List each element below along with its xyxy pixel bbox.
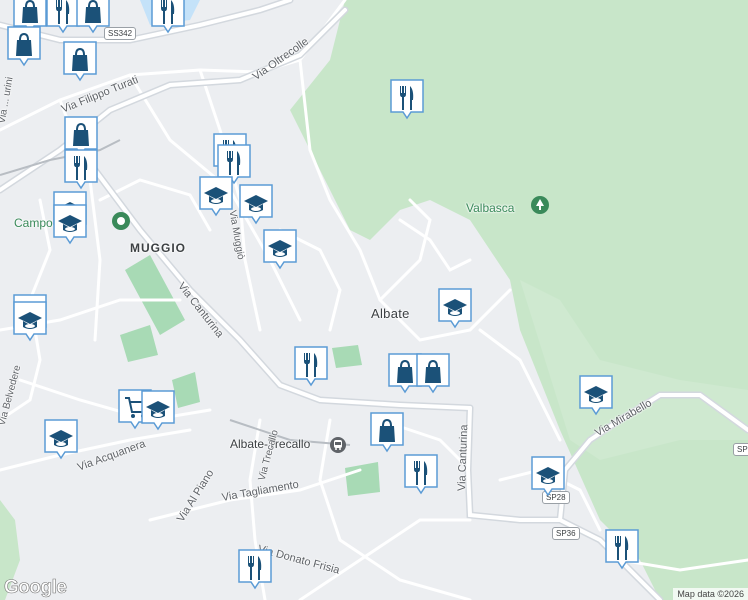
map-attribution[interactable]: Map data ©2026 (673, 588, 748, 600)
shopping-pin-icon[interactable] (415, 352, 451, 394)
school-pin-icon[interactable] (238, 183, 274, 225)
shopping-pin-icon[interactable] (369, 411, 405, 453)
map-canvas[interactable]: Albate MUGGIO Valbasca Campo CONI Albate… (0, 0, 748, 600)
restaurant-pin-icon[interactable] (293, 345, 329, 387)
park-icon[interactable] (530, 195, 550, 215)
restaurant-pin-icon[interactable] (150, 0, 186, 34)
route-shield-sp36: SP36 (552, 527, 580, 540)
place-label-valbasca: Valbasca (466, 201, 515, 215)
school-pin-icon[interactable] (12, 300, 48, 342)
shopping-pin-icon[interactable] (6, 25, 42, 67)
restaurant-pin-icon[interactable] (389, 78, 425, 120)
school-pin-icon[interactable] (198, 175, 234, 217)
restaurant-pin-icon[interactable] (403, 453, 439, 495)
train-station-icon[interactable] (330, 437, 346, 453)
place-label-albate: Albate (371, 306, 410, 321)
route-shield-sp: SP (733, 443, 748, 456)
school-pin-icon[interactable] (43, 418, 79, 460)
school-pin-icon[interactable] (530, 455, 566, 497)
google-logo: Google (4, 577, 68, 599)
shopping-pin-icon[interactable] (62, 40, 98, 82)
shopping-pin-icon[interactable] (75, 0, 111, 34)
sports-field-icon[interactable] (111, 211, 131, 231)
school-pin-icon[interactable] (52, 203, 88, 245)
school-pin-icon[interactable] (262, 228, 298, 270)
restaurant-pin-icon[interactable] (63, 148, 99, 190)
school-pin-icon[interactable] (140, 389, 176, 431)
street-label-via-canturina-2: Via Canturina (456, 424, 471, 492)
school-pin-icon[interactable] (437, 287, 473, 329)
place-label-muggio: MUGGIO (130, 241, 186, 255)
restaurant-pin-icon[interactable] (237, 548, 273, 590)
restaurant-pin-icon[interactable] (604, 528, 640, 570)
school-pin-icon[interactable] (578, 374, 614, 416)
